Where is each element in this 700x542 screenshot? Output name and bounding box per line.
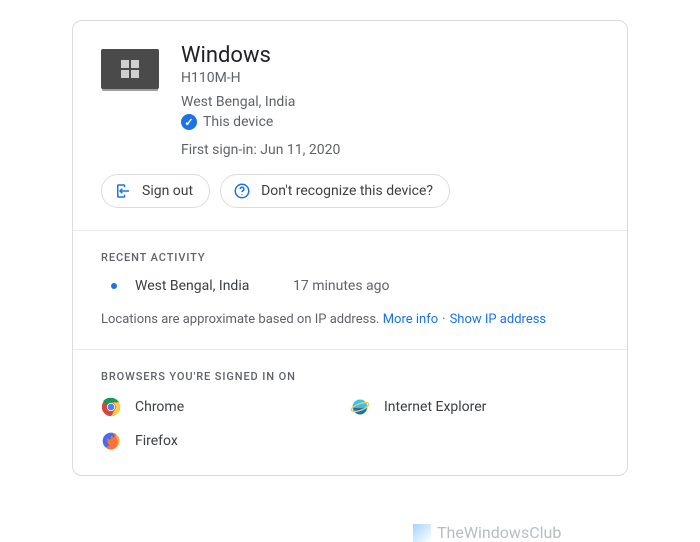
help-icon bbox=[233, 182, 251, 200]
activity-footnote: Locations are approximate based on IP ad… bbox=[101, 312, 599, 327]
divider bbox=[73, 230, 627, 231]
device-card: Windows H110M-H West Bengal, India This … bbox=[72, 20, 628, 476]
not-recognize-label: Don't recognize this device? bbox=[261, 183, 433, 199]
activity-time: 17 minutes ago bbox=[293, 278, 390, 294]
browser-item: Internet Explorer bbox=[350, 397, 599, 417]
divider bbox=[73, 349, 627, 350]
browsers-heading: Browsers you're signed in on bbox=[101, 370, 599, 383]
more-info-link[interactable]: More info bbox=[383, 312, 438, 327]
sign-out-label: Sign out bbox=[142, 183, 193, 199]
show-ip-link[interactable]: Show IP address bbox=[450, 312, 547, 327]
device-info: Windows H110M-H West Bengal, India This … bbox=[181, 43, 599, 158]
browser-item: Chrome bbox=[101, 397, 350, 417]
first-signin-label: First sign-in: bbox=[181, 142, 257, 158]
activity-row: West Bengal, India 17 minutes ago bbox=[101, 278, 599, 294]
sign-out-icon bbox=[114, 182, 132, 200]
verified-checkmark-icon bbox=[181, 114, 197, 130]
watermark: TheWindowsClub bbox=[413, 523, 561, 542]
activity-location: West Bengal, India bbox=[135, 278, 275, 294]
chrome-icon bbox=[101, 397, 121, 417]
windows-device-icon bbox=[101, 49, 159, 89]
activity-bullet-icon bbox=[111, 283, 117, 289]
sign-out-button[interactable]: Sign out bbox=[101, 174, 210, 208]
device-location: West Bengal, India bbox=[181, 94, 599, 110]
first-signin-date: Jun 11, 2020 bbox=[260, 142, 340, 158]
watermark-icon bbox=[413, 524, 431, 542]
browser-name: Internet Explorer bbox=[384, 399, 486, 415]
browser-item: Firefox bbox=[101, 431, 350, 451]
device-model: H110M-H bbox=[181, 70, 599, 86]
first-signin: First sign-in: Jun 11, 2020 bbox=[181, 142, 599, 158]
this-device-label: This device bbox=[203, 114, 273, 130]
footnote-text: Locations are approximate based on IP ad… bbox=[101, 312, 379, 327]
browser-name: Chrome bbox=[135, 399, 184, 415]
browsers-grid: Chrome Internet Explorer Firefox bbox=[101, 397, 599, 451]
device-header: Windows H110M-H West Bengal, India This … bbox=[101, 43, 599, 158]
this-device-row: This device bbox=[181, 114, 599, 130]
device-actions: Sign out Don't recognize this device? bbox=[101, 174, 599, 208]
recent-activity-heading: Recent activity bbox=[101, 251, 599, 264]
watermark-text: TheWindowsClub bbox=[437, 523, 561, 542]
browser-name: Firefox bbox=[135, 433, 178, 449]
device-title: Windows bbox=[181, 43, 599, 68]
ie-icon bbox=[350, 397, 370, 417]
not-recognize-button[interactable]: Don't recognize this device? bbox=[220, 174, 450, 208]
firefox-icon bbox=[101, 431, 121, 451]
